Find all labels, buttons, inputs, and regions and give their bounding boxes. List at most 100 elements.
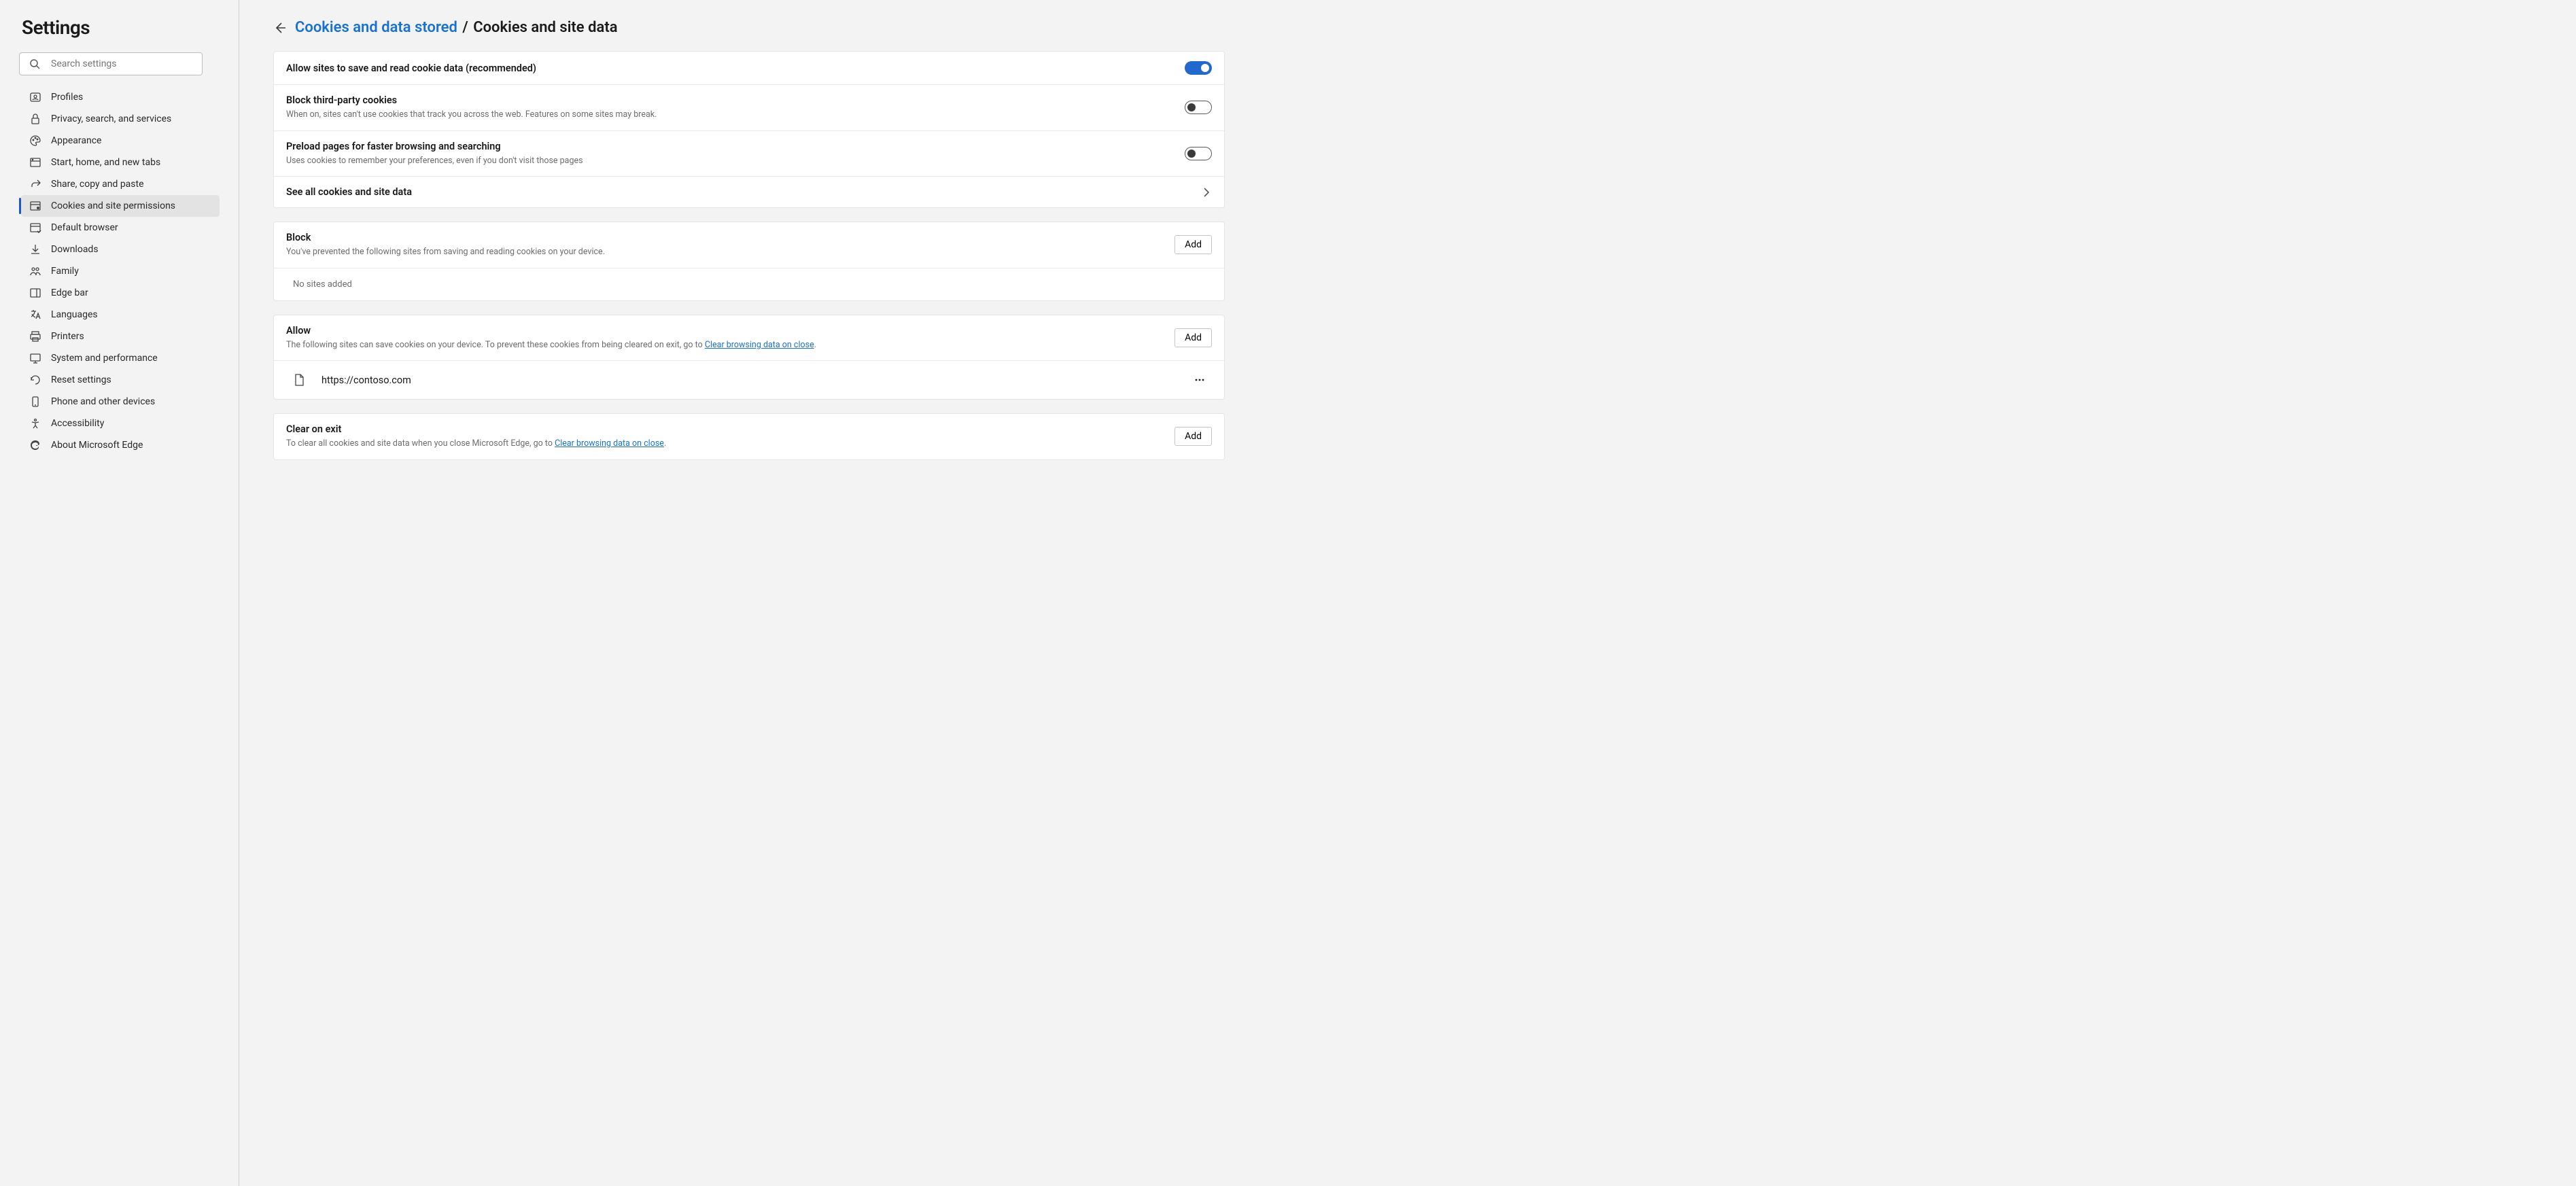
cookie-settings-card: Allow sites to save and read cookie data… [273,51,1225,208]
sidebar-item-phone-and-other-devices[interactable]: Phone and other devices [21,391,220,413]
allow-section-sub: The following sites can save cookies on … [286,339,1174,351]
sidebar-item-label: Printers [51,331,84,342]
search-icon [29,58,40,69]
site-more-button[interactable] [1190,370,1209,389]
nav-list: Profiles Privacy, search, and services App… [19,86,220,456]
allow-sub-link[interactable]: Clear browsing data on close [705,340,814,350]
block-section-sub: You've prevented the following sites fro… [286,246,1174,258]
block-section-header: Block You've prevented the following sit… [274,222,1224,268]
block-third-party-row: Block third-party cookies When on, sites… [274,85,1224,131]
sidebar-item-printers[interactable]: Printers [21,326,220,347]
allow-site-row: https://contoso.com [274,361,1224,399]
sidebar-item-appearance[interactable]: Appearance [21,130,220,152]
sidebar-item-about-microsoft-edge[interactable]: About Microsoft Edge [21,434,220,456]
sidebar-item-languages[interactable]: Languages [21,304,220,326]
block-third-party-title: Block third-party cookies [286,94,1185,106]
sidebar-item-reset-settings[interactable]: Reset settings [21,369,220,391]
allow-sub-prefix: The following sites can save cookies on … [286,340,705,350]
block-add-button[interactable]: Add [1174,235,1212,254]
window-icon [29,156,41,169]
sidebar-item-default-browser[interactable]: Default browser [21,217,220,239]
sidebar-item-label: Edge bar [51,287,88,298]
clear-on-exit-header: Clear on exit To clear all cookies and s… [274,414,1224,459]
reset-icon [29,374,41,386]
sidebar-item-profiles[interactable]: Profiles [21,86,220,108]
sidebar-item-label: Reset settings [51,374,111,385]
see-all-title: See all cookies and site data [286,186,1201,198]
breadcrumb-text: Cookies and data stored / Cookies and si… [295,19,618,36]
clear-sub-suffix: . [664,438,666,449]
defaultbrowser-icon [29,222,41,234]
allow-cookies-title: Allow sites to save and read cookie data… [286,63,1185,74]
sidebar-item-label: Profiles [51,92,83,103]
sidebar-item-label: Downloads [51,244,99,255]
sidebar-item-edge-bar[interactable]: Edge bar [21,282,220,304]
share-icon [29,178,41,190]
sidebar-item-label: Cookies and site permissions [51,200,175,211]
block-third-party-sub: When on, sites can't use cookies that tr… [286,109,1185,121]
preload-sub: Uses cookies to remember your preference… [286,155,1185,167]
sidebar-item-label: Appearance [51,135,101,146]
preload-row: Preload pages for faster browsing and se… [274,131,1224,177]
sidebar-item-label: Privacy, search, and services [51,114,171,124]
clear-sub-link[interactable]: Clear browsing data on close [555,438,664,449]
sidebar-item-label: Start, home, and new tabs [51,157,160,168]
cookie-icon [29,200,41,212]
block-third-party-toggle[interactable] [1185,101,1212,114]
sidebar-item-start-home-and-new-tabs[interactable]: Start, home, and new tabs [21,152,220,173]
see-all-cookies-link[interactable]: See all cookies and site data [274,177,1224,207]
sidebar-item-label: About Microsoft Edge [51,440,143,451]
preload-title: Preload pages for faster browsing and se… [286,141,1185,152]
content: Cookies and data stored / Cookies and si… [239,0,1259,1186]
block-section-title: Block [286,232,1174,243]
sidebar-item-privacy-search-and-services[interactable]: Privacy, search, and services [21,108,220,130]
block-section-card: Block You've prevented the following sit… [273,222,1225,301]
allow-section-card: Allow The following sites can save cooki… [273,315,1225,400]
allow-cookies-toggle[interactable] [1185,61,1212,75]
sidebar-item-label: Phone and other devices [51,396,155,407]
settings-title: Settings [22,16,220,39]
lock-icon [29,113,41,125]
download-icon [29,243,41,256]
palette-icon [29,135,41,147]
site-url: https://contoso.com [321,374,1174,386]
sidebar-item-downloads[interactable]: Downloads [21,239,220,260]
sidebar-item-label: Languages [51,309,98,320]
back-button[interactable] [273,21,287,35]
sidebar-item-label: System and performance [51,353,158,364]
chevron-right-icon [1201,187,1212,198]
allow-section-title: Allow [286,325,1174,336]
sidebar-item-label: Family [51,266,79,277]
sidebar-item-cookies-and-site-permissions[interactable]: Cookies and site permissions [21,195,220,217]
sidebar-item-share-copy-and-paste[interactable]: Share, copy and paste [21,173,220,195]
breadcrumb-parent-link[interactable]: Cookies and data stored [295,19,457,36]
allow-add-button[interactable]: Add [1174,328,1212,347]
sidebar-item-label: Accessibility [51,418,104,429]
clear-sub-prefix: To clear all cookies and site data when … [286,438,555,449]
printer-icon [29,330,41,343]
file-icon [293,374,305,386]
phone-icon [29,396,41,408]
search-box [19,52,203,75]
clear-on-exit-sub: To clear all cookies and site data when … [286,438,1174,450]
accessibility-icon [29,417,41,430]
language-icon [29,309,41,321]
sidebar-item-system-and-performance[interactable]: System and performance [21,347,220,369]
allow-cookies-row: Allow sites to save and read cookie data… [274,52,1224,85]
allow-section-header: Allow The following sites can save cooki… [274,315,1224,362]
allow-sub-suffix: . [814,340,816,350]
clear-on-exit-title: Clear on exit [286,423,1174,435]
sidebar-item-label: Share, copy and paste [51,179,144,190]
breadcrumb-sep: / [462,19,468,36]
block-empty-state: No sites added [274,268,1224,300]
breadcrumb-current: Cookies and site data [473,19,617,36]
breadcrumb: Cookies and data stored / Cookies and si… [273,19,1225,36]
search-input[interactable] [19,52,203,75]
settings-sidebar: Settings Profiles Privacy, search, and se… [0,0,239,1186]
clear-add-button[interactable]: Add [1174,427,1212,446]
sidebar-item-accessibility[interactable]: Accessibility [21,413,220,434]
edgebar-icon [29,287,41,299]
sidebar-item-family[interactable]: Family [21,260,220,282]
edge-icon [29,439,41,451]
preload-toggle[interactable] [1185,147,1212,160]
